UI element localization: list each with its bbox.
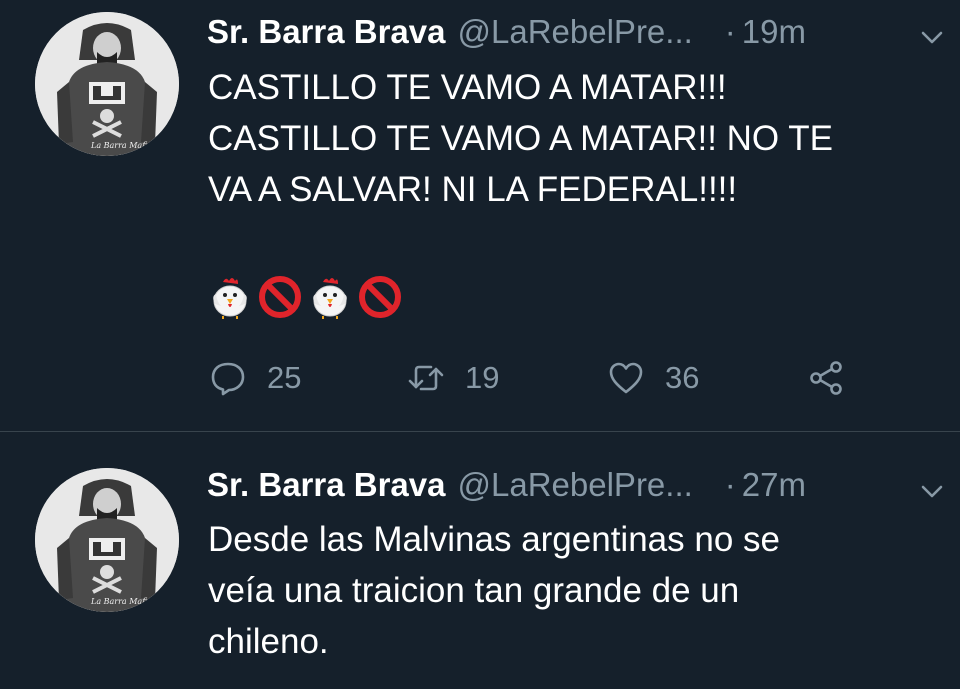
tweet[interactable]: La Barra Mafia Sr. Barra Brava @LaRebelP…: [0, 432, 960, 689]
tweet-text-line: chileno.: [208, 622, 329, 661]
chevron-down-icon[interactable]: [917, 22, 947, 52]
share-button[interactable]: [807, 355, 845, 401]
separator-dot: ·: [724, 13, 736, 50]
emoji-row: [207, 274, 403, 320]
retweet-count: 19: [465, 360, 500, 395]
tweet-header: Sr. Barra Brava @LaRebelPre... · 19m: [207, 12, 806, 52]
chicken-icon: [313, 278, 347, 319]
tweet-text-line: VA A SALVAR! NI LA FEDERAL!!!!: [208, 170, 738, 209]
like-button[interactable]: 36: [607, 355, 699, 401]
avatar[interactable]: La Barra Mafia: [35, 468, 179, 612]
chicken-icon: [213, 278, 247, 319]
retweet-button[interactable]: 19: [407, 355, 499, 401]
tweet-text: CASTILLO TE VAMO A MATAR!!! CASTILLO TE …: [208, 62, 928, 215]
tweet[interactable]: La Barra Mafia Sr. Barra Brava @LaRebelP…: [0, 0, 960, 431]
like-count: 36: [665, 360, 700, 395]
tweet-text-line: Desde las Malvinas argentinas no se: [208, 520, 780, 559]
display-name[interactable]: Sr. Barra Brava: [207, 13, 446, 51]
heart-icon: [609, 362, 643, 394]
timestamp[interactable]: 19m: [742, 13, 806, 51]
tweet-text: Desde las Malvinas argentinas no se veía…: [208, 514, 928, 667]
avatar-image: La Barra Mafia: [35, 468, 179, 612]
prohibited-icon: [359, 276, 401, 318]
svg-text:La Barra Mafia: La Barra Mafia: [90, 597, 153, 606]
reply-count: 25: [267, 360, 302, 395]
prohibited-icon: [259, 276, 301, 318]
share-icon: [810, 361, 842, 395]
reply-icon: [211, 362, 245, 396]
reply-button[interactable]: 25: [209, 355, 301, 401]
avatar[interactable]: La Barra Mafia: [35, 12, 179, 156]
tweet-actions: 25 19 36: [207, 355, 907, 401]
timestamp[interactable]: 27m: [742, 466, 806, 504]
svg-text:La Barra Mafia: La Barra Mafia: [90, 141, 153, 150]
avatar-image: La Barra Mafia: [35, 12, 179, 156]
separator-dot: ·: [724, 466, 736, 503]
display-name[interactable]: Sr. Barra Brava: [207, 466, 446, 504]
tweet-text-line: veía una traicion tan grande de un: [208, 571, 740, 610]
user-handle[interactable]: @LaRebelPre...: [458, 466, 693, 504]
retweet-icon: [408, 365, 444, 391]
user-handle[interactable]: @LaRebelPre...: [458, 13, 693, 51]
chevron-down-icon[interactable]: [917, 476, 947, 506]
tweet-header: Sr. Barra Brava @LaRebelPre... · 27m: [207, 465, 806, 505]
tweet-text-line: CASTILLO TE VAMO A MATAR!!!: [208, 68, 727, 107]
tweet-text-line: CASTILLO TE VAMO A MATAR!! NO TE: [208, 119, 833, 158]
